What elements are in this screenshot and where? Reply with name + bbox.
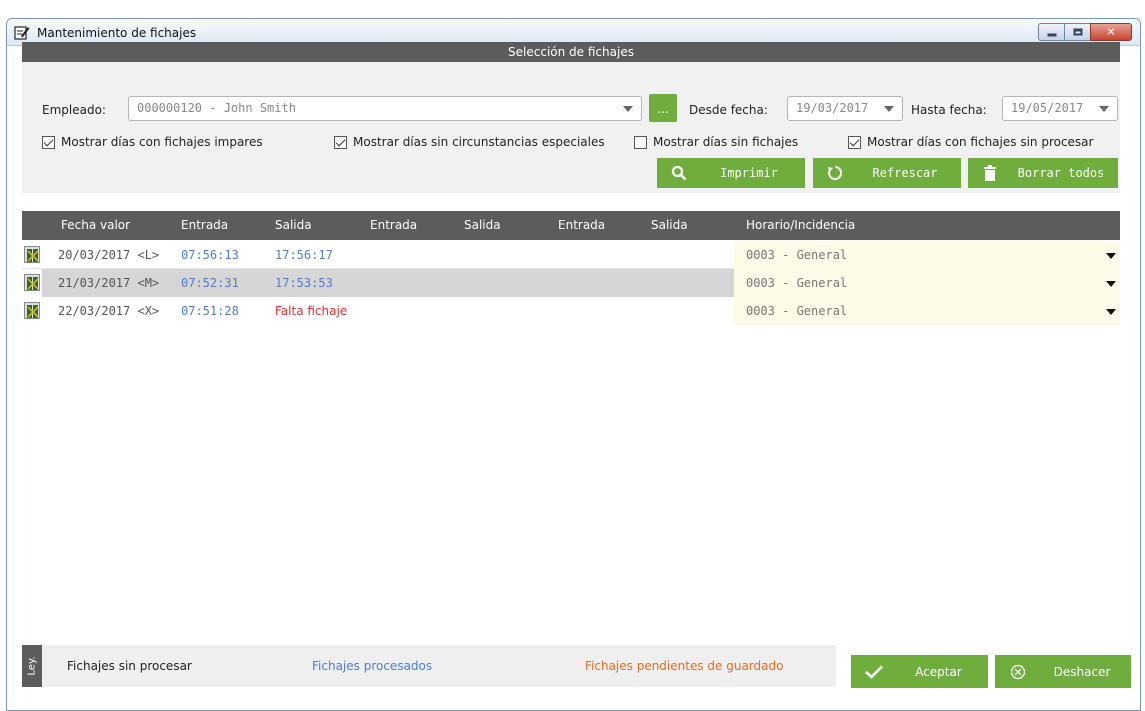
check-fichajes-impares[interactable]: Mostrar días con fichajes impares [42,135,263,149]
cell-entrada[interactable]: 07:52:31 [181,276,239,290]
check-sin-circunstancias[interactable]: Mostrar días sin circunstancias especial… [334,135,605,149]
table-row[interactable]: 20/03/2017 <L> 07:56:13 17:56:17 0003 - … [22,241,1120,269]
col-entrada-2[interactable]: Entrada [370,218,417,232]
col-entrada-1[interactable]: Entrada [181,218,228,232]
refrescar-button[interactable]: Refrescar [813,158,961,188]
deshacer-button[interactable]: Deshacer [995,655,1131,688]
cell-horario[interactable]: 0003 - General [746,276,847,290]
checkbox-icon[interactable] [334,135,347,149]
col-horario-incidencia[interactable]: Horario/Incidencia [746,218,855,232]
deshacer-label: Deshacer [1053,664,1111,679]
check-label: Mostrar días con fichajes sin procesar [867,135,1094,149]
imprimir-label: Imprimir [720,166,778,180]
cell-fecha: 20/03/2017 <L> [58,248,160,262]
legend-tag-label: Ley. [26,656,38,676]
chevron-down-icon[interactable] [1106,253,1116,259]
selection-panel: Empleado: 000000120 - John Smith ... Des… [22,62,1120,193]
minimize-icon [1047,33,1056,37]
book-icon[interactable] [24,274,40,291]
cell-salida[interactable]: 17:53:53 [275,276,333,290]
check-label: Mostrar días con fichajes impares [61,135,263,149]
search-icon [665,165,693,181]
check-label: Mostrar días sin circunstancias especial… [353,135,605,149]
legend-tag: Ley. [22,645,42,687]
chevron-down-icon [1099,106,1109,112]
desde-date-picker[interactable]: 19/03/2017 [787,96,903,121]
empleado-combo[interactable]: 000000120 - John Smith [128,96,642,121]
check-icon [859,665,889,679]
employee-search-button[interactable]: ... [649,94,677,122]
hasta-value: 19/05/2017 [1011,101,1084,115]
cell-fecha: 22/03/2017 <X> [58,304,160,318]
cell-entrada[interactable]: 07:56:13 [181,248,239,262]
checkbox-icon[interactable] [848,135,861,149]
maximize-button[interactable] [1064,23,1091,41]
legend-procesados: Fichajes procesados [312,659,433,673]
borrar-label: Borrar todos [1017,166,1105,180]
cell-fecha: 21/03/2017 <M> [58,276,160,290]
check-sin-fichajes[interactable]: Mostrar días sin fichajes [634,135,798,149]
trash-icon [976,165,1004,181]
minimize-button[interactable] [1038,23,1065,41]
checkbox-icon[interactable] [634,135,647,149]
grid-header: Fecha valor Entrada Salida Entrada Salid… [22,211,1120,240]
notepad-pencil-icon [14,26,30,40]
book-icon[interactable] [24,246,40,263]
window-title: Mantenimiento de fichajes [37,26,197,40]
close-icon: ✕ [1106,25,1116,39]
cell-horario[interactable]: 0003 - General [746,304,847,318]
refrescar-label: Refrescar [872,166,938,180]
check-label: Mostrar días sin fichajes [653,135,799,149]
legend-sin-procesar: Fichajes sin procesar [67,659,192,673]
table-row[interactable]: 21/03/2017 <M> 07:52:31 17:53:53 0003 - … [22,269,1120,297]
chevron-down-icon[interactable] [1106,281,1116,287]
refresh-icon [821,165,849,181]
desde-value: 19/03/2017 [796,101,869,115]
chevron-down-icon [623,106,633,112]
imprimir-button[interactable]: Imprimir [657,158,805,188]
selection-header: Selección de fichajes [22,42,1120,62]
hasta-date-picker[interactable]: 19/05/2017 [1002,96,1118,121]
col-salida-2[interactable]: Salida [464,218,501,232]
window-controls: ✕ [1038,23,1132,41]
aceptar-label: Aceptar [915,664,962,679]
cell-salida-missing[interactable]: Falta fichaje [275,304,347,318]
aceptar-button[interactable]: Aceptar [851,655,988,688]
circle-x-icon [1003,664,1033,680]
maximize-icon [1073,28,1082,36]
checkbox-icon[interactable] [42,135,55,149]
col-entrada-3[interactable]: Entrada [558,218,605,232]
chevron-down-icon [884,106,894,112]
close-button[interactable]: ✕ [1090,23,1132,41]
col-salida-1[interactable]: Salida [275,218,312,232]
col-salida-3[interactable]: Salida [651,218,688,232]
chevron-down-icon[interactable] [1106,309,1116,315]
empleado-label: Empleado: [42,103,106,117]
cell-salida[interactable]: 17:56:17 [275,248,333,262]
borrar-todos-button[interactable]: Borrar todos [968,158,1118,188]
desde-label: Desde fecha: [689,103,768,117]
table-row[interactable]: 22/03/2017 <X> 07:51:28 Falta fichaje 00… [22,297,1120,325]
hasta-label: Hasta fecha: [911,103,987,117]
col-fecha-valor[interactable]: Fecha valor [61,218,130,232]
book-icon[interactable] [24,302,40,319]
empleado-value: 000000120 - John Smith [137,101,296,115]
legend-pendientes: Fichajes pendientes de guardado [585,659,784,673]
legend-bar: Ley. Fichajes sin procesar Fichajes proc… [22,645,836,687]
cell-horario[interactable]: 0003 - General [746,248,847,262]
cell-entrada[interactable]: 07:51:28 [181,304,239,318]
check-sin-procesar[interactable]: Mostrar días con fichajes sin procesar [848,135,1093,149]
